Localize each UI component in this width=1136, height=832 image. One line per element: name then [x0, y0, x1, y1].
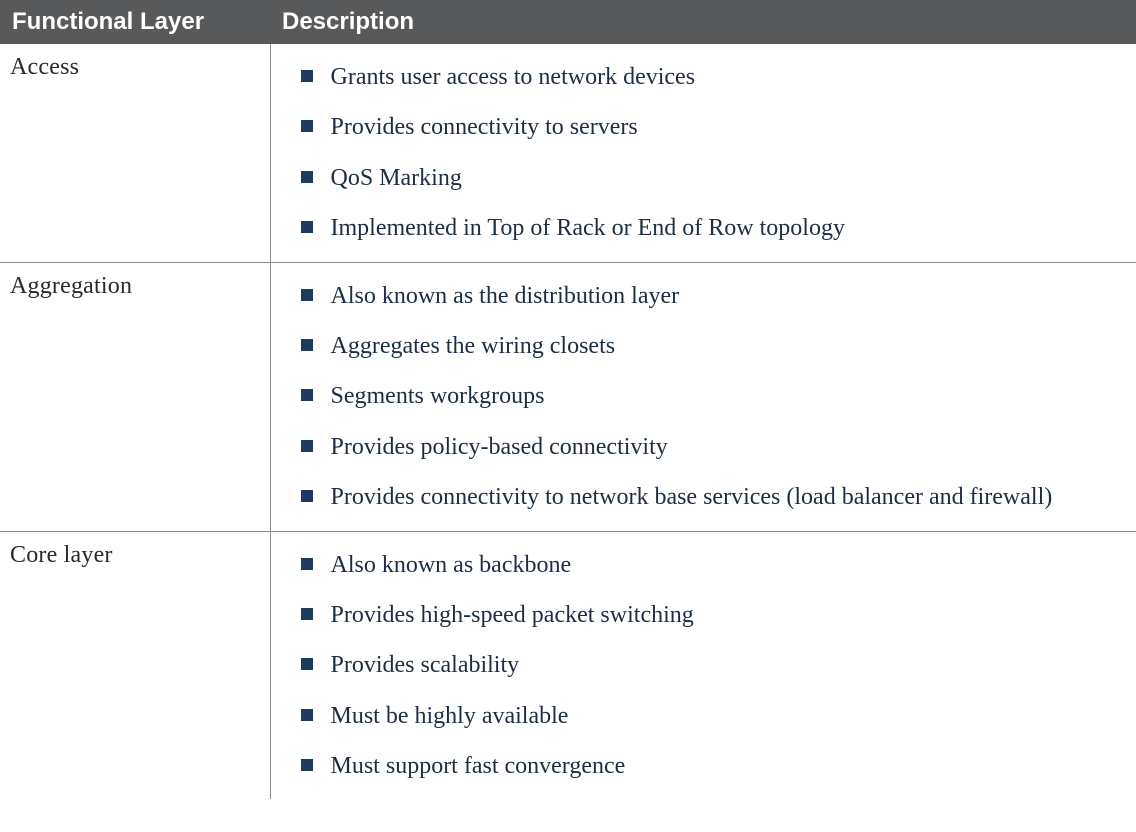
header-functional-layer: Functional Layer [0, 0, 270, 44]
header-description: Description [270, 0, 1136, 44]
table-row: Access Grants user access to network dev… [0, 44, 1136, 262]
bullet-list: Grants user access to network devices Pr… [301, 52, 1117, 254]
list-item: Provides connectivity to network base se… [301, 472, 1117, 522]
layer-desc-aggregation: Also known as the distribution layer Agg… [270, 262, 1136, 531]
functional-layers-table: Functional Layer Description Access Gran… [0, 0, 1136, 799]
table-header-row: Functional Layer Description [0, 0, 1136, 44]
list-item: Provides high-speed packet switching [301, 590, 1117, 640]
list-item: Must support fast convergence [301, 741, 1117, 791]
list-item: Provides connectivity to servers [301, 102, 1117, 152]
list-item: Provides policy-based connectivity [301, 422, 1117, 472]
bullet-list: Also known as backbone Provides high-spe… [301, 540, 1117, 792]
layer-name-aggregation: Aggregation [0, 262, 270, 531]
layer-desc-access: Grants user access to network devices Pr… [270, 44, 1136, 262]
table-row: Aggregation Also known as the distributi… [0, 262, 1136, 531]
layer-desc-core: Also known as backbone Provides high-spe… [270, 531, 1136, 799]
table-row: Core layer Also known as backbone Provid… [0, 531, 1136, 799]
list-item: QoS Marking [301, 153, 1117, 203]
bullet-list: Also known as the distribution layer Agg… [301, 271, 1117, 523]
layer-name-core: Core layer [0, 531, 270, 799]
layer-name-access: Access [0, 44, 270, 262]
list-item: Grants user access to network devices [301, 52, 1117, 102]
list-item: Aggregates the wiring closets [301, 321, 1117, 371]
list-item: Provides scalability [301, 640, 1117, 690]
list-item: Also known as the distribution layer [301, 271, 1117, 321]
list-item: Implemented in Top of Rack or End of Row… [301, 203, 1117, 253]
list-item: Segments workgroups [301, 371, 1117, 421]
list-item: Also known as backbone [301, 540, 1117, 590]
list-item: Must be highly available [301, 691, 1117, 741]
